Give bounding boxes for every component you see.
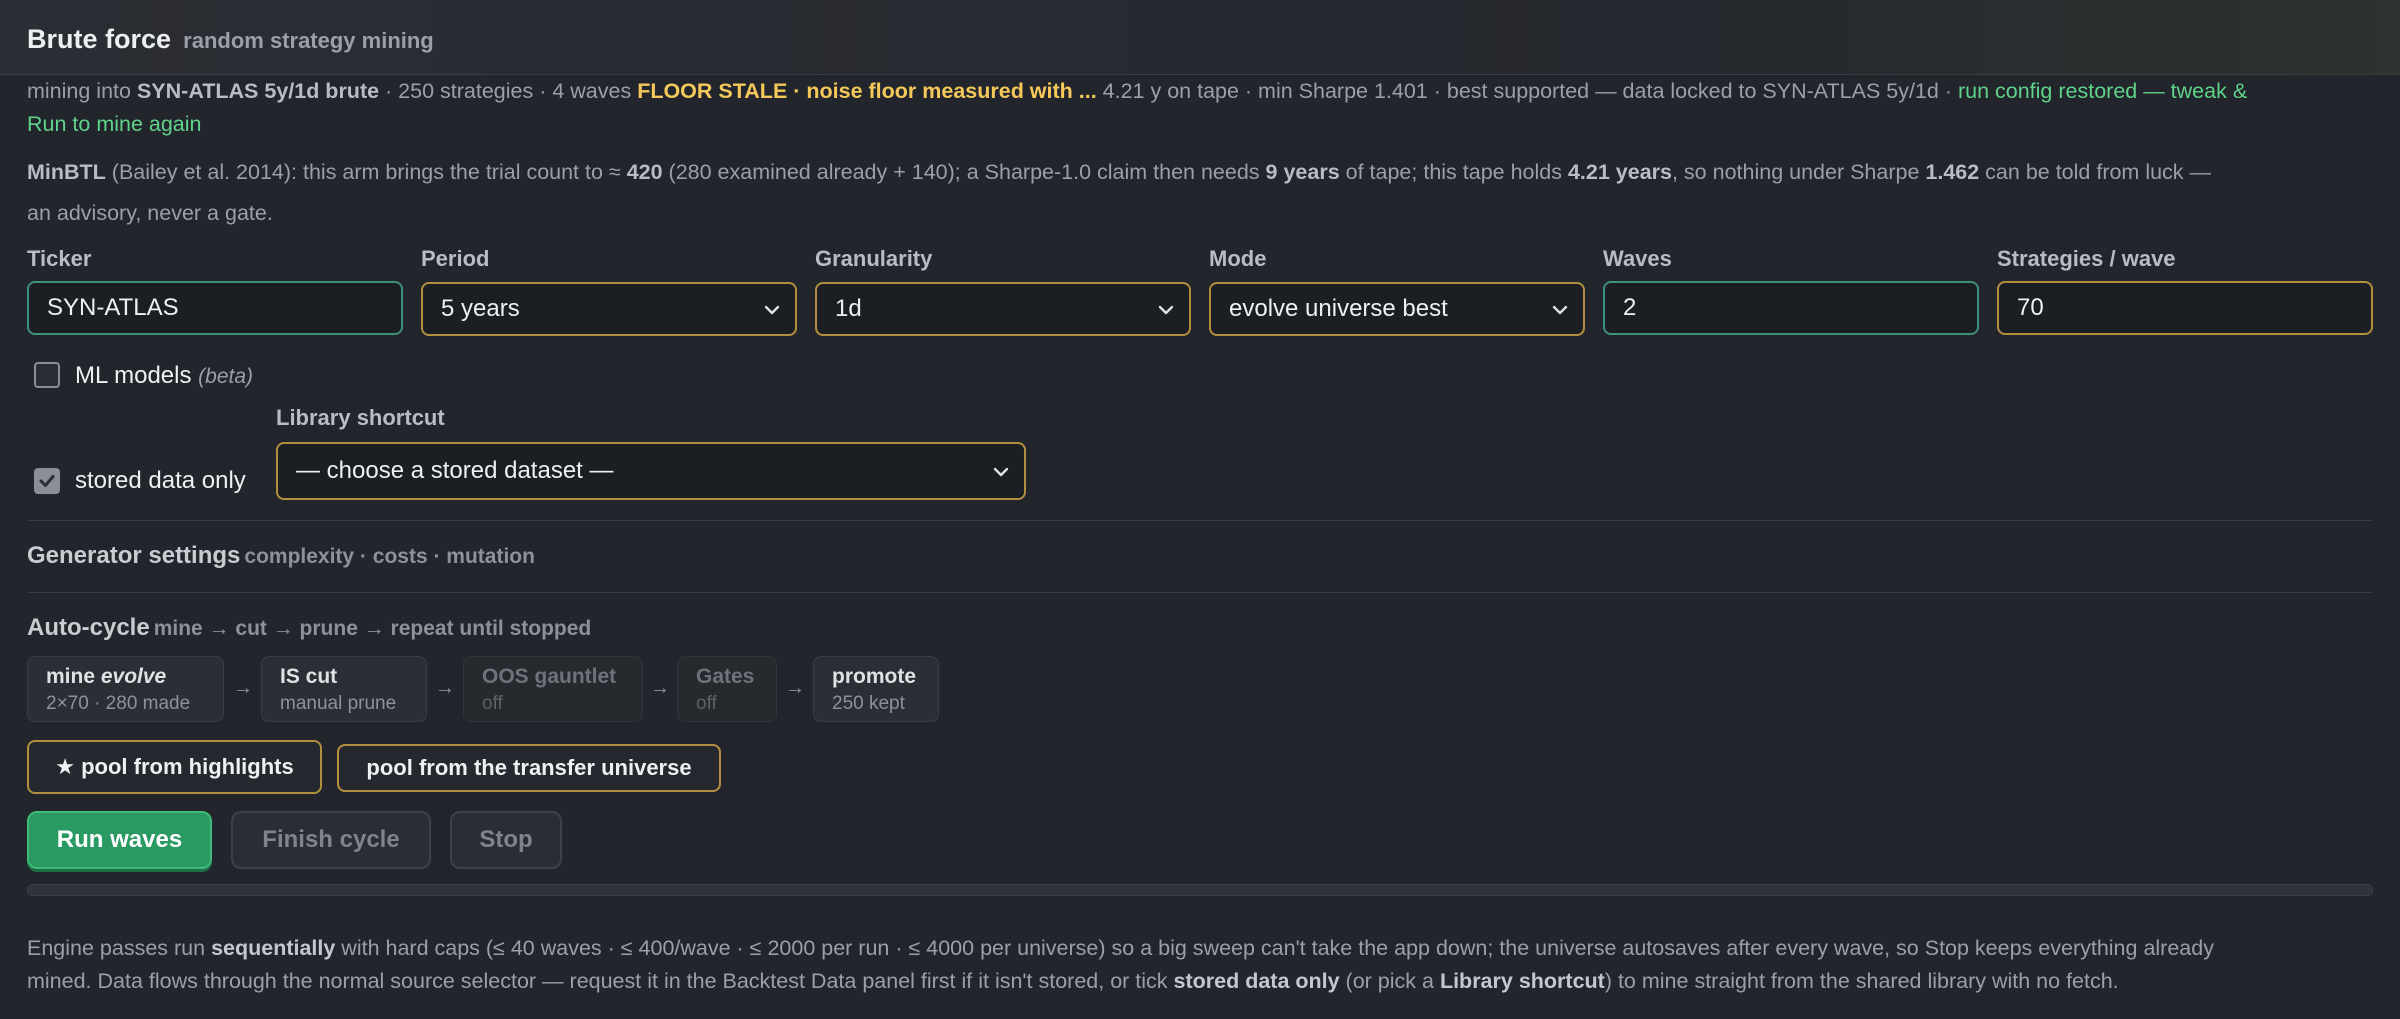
granularity-label: Granularity — [815, 246, 933, 271]
chevron-down-icon — [993, 467, 1009, 477]
chevron-down-icon — [1552, 305, 1568, 315]
cycle-step-promote: promote 250 kept — [813, 656, 939, 722]
ml-models-checkbox[interactable] — [34, 362, 60, 388]
status-target: SYN-ATLAS 5y/1d brute — [136, 79, 380, 103]
floor-stale-warning: FLOOR STALE · noise floor measured with … — [637, 79, 1097, 103]
cycle-step-gates: Gates off — [677, 656, 777, 722]
pool-from-transfer-universe-button[interactable]: pool from the transfer universe — [337, 744, 721, 792]
minbtl-advisory-cont: an advisory, never a gate. — [27, 201, 273, 225]
granularity-select[interactable]: 1d — [815, 282, 1191, 336]
ticker-input[interactable]: SYN-ATLAS — [27, 281, 403, 335]
period-label: Period — [421, 246, 490, 271]
stored-data-only-checkbox[interactable] — [34, 468, 60, 494]
library-shortcut-select[interactable]: — choose a stored dataset — — [276, 442, 1026, 500]
waves-label: Waves — [1603, 246, 1672, 271]
arrow-right-icon: → — [233, 677, 253, 699]
mode-label: Mode — [1209, 246, 1267, 271]
beta-tag: (beta) — [198, 365, 254, 388]
check-icon — [39, 475, 55, 487]
divider — [27, 592, 2373, 593]
cycle-step-oos-gauntlet: OOS gauntlet off — [463, 656, 643, 722]
strategies-label: Strategies / wave — [1997, 246, 2176, 271]
chevron-down-icon — [1158, 305, 1174, 315]
auto-cycle-title: Auto-cycle mine → cut → prune → repeat un… — [27, 614, 592, 641]
generator-settings-toggle[interactable]: Generator settings complexity · costs · m… — [27, 542, 535, 570]
panel-title: Brute force — [27, 24, 172, 54]
arrow-right-icon: → — [650, 677, 670, 699]
config-restored-notice: run config restored — tweak & — [1957, 79, 2248, 103]
minbtl-advisory: MinBTL (Bailey et al. 2014): this arm br… — [27, 160, 2212, 184]
mode-select[interactable]: evolve universe best — [1209, 282, 1585, 336]
ml-models-label: ML models (beta) — [75, 362, 254, 389]
cycle-step-mine: mine evolve 2×70 · 280 made — [27, 656, 224, 722]
arrow-right-icon: → — [435, 677, 455, 699]
run-waves-button[interactable]: Run waves — [27, 811, 212, 869]
cycle-step-is-cut: IS cut manual prune — [261, 656, 427, 722]
panel-subtitle: random strategy mining — [183, 28, 434, 53]
arrow-right-icon: → — [785, 677, 805, 699]
stored-data-only-label: stored data only — [75, 467, 246, 494]
pool-from-highlights-button[interactable]: ★ pool from highlights — [27, 740, 322, 794]
strategies-per-wave-input[interactable]: 70 — [1997, 281, 2373, 335]
finish-cycle-button[interactable]: Finish cycle — [231, 811, 431, 869]
waves-input[interactable]: 2 — [1603, 281, 1979, 335]
panel-header: Brute force random strategy mining — [0, 0, 2400, 75]
period-select[interactable]: 5 years — [421, 282, 797, 336]
ticker-label: Ticker — [27, 246, 92, 271]
divider — [27, 520, 2373, 521]
stop-button[interactable]: Stop — [450, 811, 562, 869]
engine-info-text: Engine passes run sequentially with hard… — [27, 936, 2214, 993]
library-shortcut-label: Library shortcut — [276, 405, 445, 430]
status-line: mining into SYN-ATLAS 5y/1d brute · 250 … — [27, 79, 2248, 103]
config-restored-notice-cont: Run to mine again — [27, 112, 202, 136]
mining-progress-bar — [27, 884, 2373, 896]
chevron-down-icon — [764, 305, 780, 315]
